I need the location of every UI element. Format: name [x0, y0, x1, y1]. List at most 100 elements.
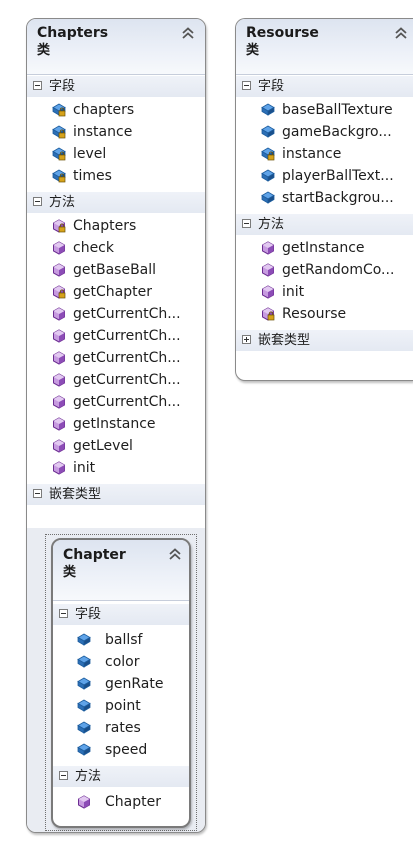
- methods-list: Chapters check getBaseBall getChapter getCur…: [27, 213, 205, 483]
- member-item[interactable]: getInstance: [236, 237, 413, 259]
- member-item[interactable]: level: [27, 143, 205, 165]
- member-item[interactable]: gameBackgro...: [236, 121, 413, 143]
- member-name: baseBallTexture: [282, 102, 393, 118]
- member-item[interactable]: times: [27, 165, 205, 187]
- section-methods-header[interactable]: 方法: [27, 191, 205, 213]
- member-item[interactable]: getRandomCo...: [236, 259, 413, 281]
- member-item[interactable]: getChapter: [27, 281, 205, 303]
- member-name: getCurrentCh...: [73, 372, 181, 388]
- member-item[interactable]: color: [53, 651, 189, 673]
- member-name: chapters: [73, 102, 135, 118]
- member-name: times: [73, 168, 112, 184]
- field-icon: [77, 721, 91, 735]
- method-icon: [52, 263, 66, 277]
- private-field-icon: [52, 169, 66, 183]
- collapse-minus-icon[interactable]: [33, 489, 42, 498]
- member-item[interactable]: getCurrentCh...: [27, 391, 205, 413]
- class-kind: 类: [246, 43, 260, 58]
- member-name: getLevel: [73, 438, 133, 454]
- member-name: getInstance: [73, 416, 156, 432]
- collapse-minus-icon[interactable]: [33, 81, 42, 90]
- member-name: init: [282, 284, 305, 300]
- member-item[interactable]: Resourse: [236, 303, 413, 325]
- member-item[interactable]: instance: [27, 121, 205, 143]
- class-header[interactable]: Chapter 类: [53, 540, 189, 601]
- section-fields-header[interactable]: 字段: [53, 603, 189, 625]
- member-item[interactable]: instance: [236, 143, 413, 165]
- class-box-chapters[interactable]: Chapters 类 字段 chapters instance level times…: [26, 18, 206, 833]
- member-name: Resourse: [282, 306, 347, 322]
- member-name: ballsf: [105, 632, 143, 648]
- class-header[interactable]: Resourse 类: [236, 19, 413, 75]
- collapse-chevron-icon[interactable]: [167, 546, 183, 562]
- method-icon: [52, 461, 66, 475]
- member-item[interactable]: getCurrentCh...: [27, 347, 205, 369]
- class-kind: 类: [37, 43, 51, 58]
- class-box-resourse[interactable]: Resourse 类 字段 baseBallTexture gameBackgro…: [235, 18, 413, 381]
- member-item[interactable]: init: [236, 281, 413, 303]
- member-item[interactable]: getCurrentCh...: [27, 369, 205, 391]
- collapse-chevron-icon[interactable]: [180, 25, 196, 41]
- section-fields-header[interactable]: 字段: [27, 75, 205, 97]
- member-item[interactable]: Chapters: [27, 215, 205, 237]
- section-methods-header[interactable]: 方法: [53, 765, 189, 787]
- class-box-chapter[interactable]: Chapter 类 字段 ballsf color genRate point rate…: [51, 538, 191, 828]
- collapse-minus-icon[interactable]: [242, 81, 251, 90]
- private-method-icon: [261, 307, 275, 321]
- member-name: Chapters: [73, 218, 137, 234]
- member-item[interactable]: playerBallText...: [236, 165, 413, 187]
- member-item[interactable]: baseBallTexture: [236, 99, 413, 121]
- member-item[interactable]: init: [27, 457, 205, 479]
- member-name: rates: [105, 720, 141, 736]
- member-item[interactable]: genRate: [53, 673, 189, 695]
- collapse-minus-icon[interactable]: [59, 609, 68, 618]
- collapse-minus-icon[interactable]: [33, 197, 42, 206]
- member-item[interactable]: chapters: [27, 99, 205, 121]
- member-name: point: [105, 698, 141, 714]
- section-nested-header[interactable]: 嵌套类型: [236, 329, 413, 351]
- class-title: Chapters: [37, 25, 109, 41]
- collapse-chevron-icon[interactable]: [393, 25, 409, 41]
- field-icon: [261, 169, 275, 183]
- section-methods-header[interactable]: 方法: [236, 213, 413, 235]
- method-icon: [52, 395, 66, 409]
- member-item[interactable]: Chapter: [53, 791, 189, 813]
- member-item[interactable]: ballsf: [53, 629, 189, 651]
- member-item[interactable]: getCurrentCh...: [27, 325, 205, 347]
- methods-list: getInstance getRandomCo... init Resourse: [236, 235, 413, 329]
- member-name: gameBackgro...: [282, 124, 392, 140]
- member-item[interactable]: getInstance: [27, 413, 205, 435]
- field-icon: [261, 125, 275, 139]
- section-nested-header[interactable]: 嵌套类型: [27, 483, 205, 505]
- member-name: getChapter: [73, 284, 152, 300]
- member-item[interactable]: rates: [53, 717, 189, 739]
- private-field-icon: [52, 125, 66, 139]
- class-header[interactable]: Chapters 类: [27, 19, 205, 75]
- method-icon: [77, 795, 91, 809]
- member-item[interactable]: getBaseBall: [27, 259, 205, 281]
- member-item[interactable]: speed: [53, 739, 189, 761]
- member-name: instance: [73, 124, 133, 140]
- private-method-icon: [52, 285, 66, 299]
- method-icon: [52, 439, 66, 453]
- member-name: init: [73, 460, 96, 476]
- member-item[interactable]: startBackgrou...: [236, 187, 413, 209]
- member-item[interactable]: point: [53, 695, 189, 717]
- class-title: Resourse: [246, 25, 319, 41]
- member-item[interactable]: getLevel: [27, 435, 205, 457]
- expand-plus-icon[interactable]: [242, 335, 251, 344]
- collapse-minus-icon[interactable]: [59, 771, 68, 780]
- private-method-icon: [52, 219, 66, 233]
- member-name: instance: [282, 146, 342, 162]
- member-name: check: [73, 240, 114, 256]
- member-item[interactable]: check: [27, 237, 205, 259]
- field-icon: [261, 191, 275, 205]
- member-name: getCurrentCh...: [73, 306, 181, 322]
- section-methods-label: 方法: [75, 769, 102, 784]
- collapse-minus-icon[interactable]: [242, 219, 251, 228]
- method-icon: [52, 351, 66, 365]
- member-item[interactable]: getCurrentCh...: [27, 303, 205, 325]
- private-field-icon: [52, 147, 66, 161]
- section-fields-header[interactable]: 字段: [236, 75, 413, 97]
- private-field-icon: [52, 103, 66, 117]
